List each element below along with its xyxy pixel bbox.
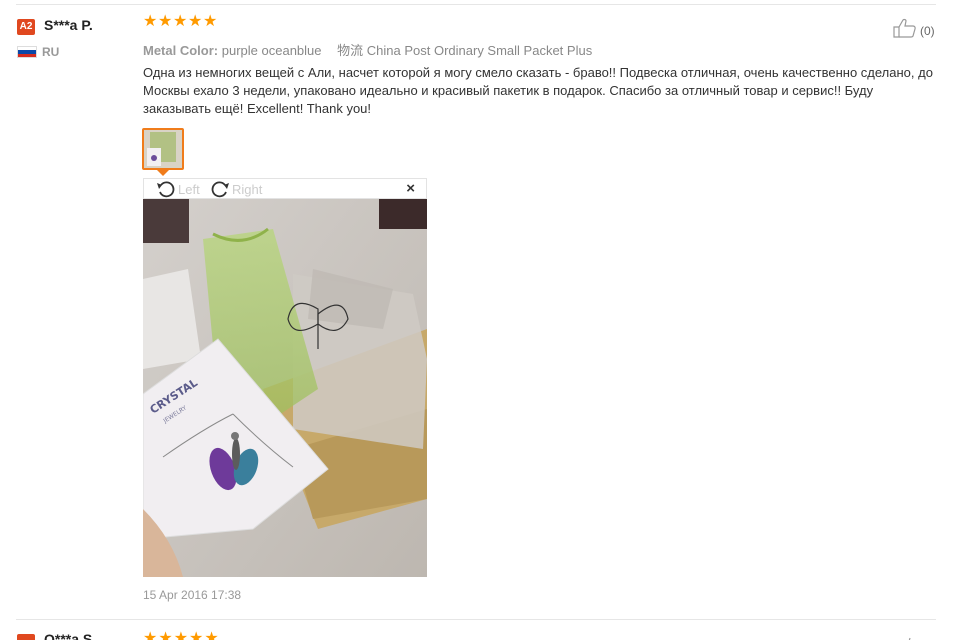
reviewer-country: RU [42, 45, 60, 59]
review-date: 15 Apr 2016 17:38 [143, 588, 242, 602]
svg-text:›: › [157, 153, 161, 163]
buyer-level-badge: A2 [17, 19, 35, 35]
star-icon: ★ [188, 13, 203, 30]
review-text: Одна из немногих вещей с Али, насчет кот… [143, 65, 933, 116]
close-viewer-button[interactable]: × [406, 180, 415, 197]
rotate-left-icon[interactable] [156, 180, 176, 198]
shipping-label: 物流 [337, 43, 364, 58]
metal-color-label: Metal Color: [143, 43, 219, 58]
next-rating-stars: ★★★★★ [143, 630, 220, 640]
rating-stars: ★ ★ ★ ★ ★ [143, 13, 218, 30]
star-icon: ★ [173, 13, 188, 30]
metal-color-value: purple oceanblue [221, 43, 322, 58]
star-icon: ★ [143, 13, 158, 30]
star-icon: ★ [203, 13, 218, 30]
shipping-value: China Post Ordinary Small Packet Plus [366, 43, 593, 58]
review-divider [16, 619, 936, 620]
top-divider [16, 4, 936, 5]
rotate-left-label: Left [178, 181, 200, 197]
russia-flag-icon [17, 46, 37, 58]
thumbnail-pointer [157, 170, 169, 176]
next-reviewer-name: O***a S. [44, 631, 97, 640]
next-thumbs-up-icon[interactable] [902, 632, 916, 640]
rotate-left-button[interactable]: Left [156, 180, 200, 198]
reviewer-name: S***a P. [44, 17, 93, 33]
helpful-button[interactable]: (0) [893, 18, 935, 43]
helpful-count: (0) [920, 23, 935, 38]
review-photo: CRYSTAL JEWELRY [143, 199, 427, 577]
photo-viewer-toolbar: Left Right × [143, 178, 427, 199]
rotate-right-button[interactable]: Right [210, 180, 262, 198]
rotate-right-icon[interactable] [210, 180, 230, 198]
order-info: Metal Color: purple oceanblue 物流 China P… [143, 40, 592, 59]
star-icon: ★ [158, 13, 173, 30]
rotate-right-label: Right [232, 181, 263, 197]
thumbs-up-icon[interactable] [893, 18, 917, 43]
next-buyer-level-badge [17, 634, 35, 640]
review-photo-thumbnail[interactable]: › [142, 128, 184, 170]
